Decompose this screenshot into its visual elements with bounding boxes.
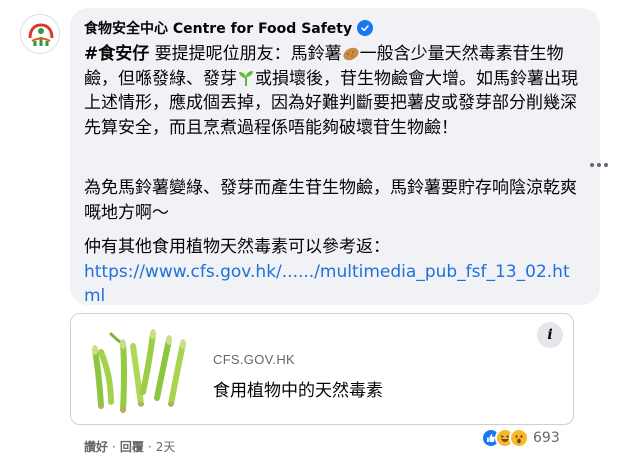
more-options-icon[interactable] xyxy=(588,154,610,176)
comment-bubble: 食物安全中心 Centre for Food Safety #食安仔 要提提呢位… xyxy=(70,8,600,306)
verified-badge-icon xyxy=(357,20,374,36)
comment-paragraph-2: 為免馬鈴薯變綠、發芽而產生苷生物鹼，馬鈴薯要貯存响陰涼乾爽嘅地方啊～ xyxy=(84,178,577,223)
comment-actions: 讚好 · 回覆 · 2天 xyxy=(84,438,175,455)
link-preview-card[interactable]: CFS.GOV.HK 食用植物中的天然毒素 i xyxy=(70,313,574,425)
seedling-emoji-icon xyxy=(237,69,255,87)
separator-dot: · xyxy=(112,439,116,454)
author-name[interactable]: 食物安全中心 Centre for Food Safety xyxy=(84,18,352,38)
like-action-button[interactable]: 讚好 xyxy=(84,438,108,455)
comment-text-1a: 要提提呢位朋友：馬鈴薯 xyxy=(149,44,342,64)
comment-paragraph-3: 仲有其他食用植物天然毒素可以參考返： https://www.cfs.gov.h… xyxy=(84,235,586,309)
info-icon[interactable]: i xyxy=(537,322,563,348)
preview-title[interactable]: 食用植物中的天然毒素 xyxy=(213,376,383,401)
preview-domain: CFS.GOV.HK xyxy=(213,352,295,367)
hashtag-link[interactable]: #食安仔 xyxy=(84,44,149,64)
preview-thumbnail-daylily-image[interactable] xyxy=(71,314,199,424)
reply-action-button[interactable]: 回覆 xyxy=(120,438,144,455)
wow-icon xyxy=(509,428,529,448)
timestamp[interactable]: 2天 xyxy=(156,438,176,455)
reactions-summary[interactable]: 693 xyxy=(480,427,564,449)
potato-emoji-icon xyxy=(342,44,360,62)
comment-author[interactable]: 食物安全中心 Centre for Food Safety xyxy=(84,18,586,38)
comment-paragraph-1: #食安仔 要提提呢位朋友：馬鈴薯 一般含少量天然毒素苷生物鹼，但喺發綠、發芽 或損壞… xyxy=(84,42,586,168)
avatar-cfs-logo-icon[interactable] xyxy=(20,14,60,54)
reaction-count[interactable]: 693 xyxy=(533,430,560,446)
external-link[interactable]: https://www.cfs.gov.hk/....../multimedia… xyxy=(84,262,570,307)
separator-dot: · xyxy=(147,439,152,454)
comment-text-3: 仲有其他食用植物天然毒素可以參考返： xyxy=(84,237,390,257)
